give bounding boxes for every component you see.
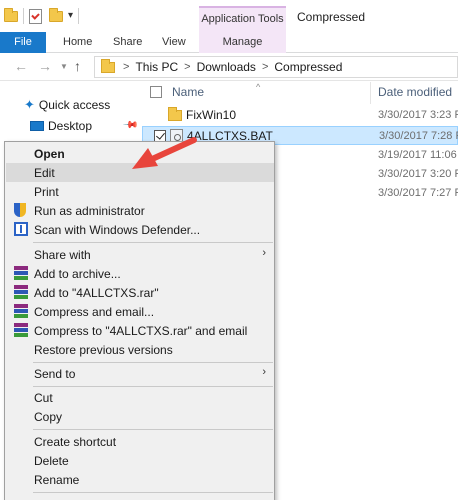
- menu-item-scan-with-windows-defender[interactable]: Scan with Windows Defender...: [6, 220, 274, 239]
- tab-manage[interactable]: Manage: [199, 32, 286, 53]
- uac-shield-icon: [14, 203, 27, 218]
- windows-defender-icon: [14, 222, 28, 236]
- menu-item-copy[interactable]: Copy: [6, 407, 274, 426]
- winrar-icon: [14, 266, 28, 281]
- menu-item-label: Rename: [34, 473, 80, 487]
- column-header-name[interactable]: Name: [172, 85, 204, 99]
- column-divider[interactable]: [370, 82, 371, 104]
- context-menu: Open Edit Print Run as administrator Sca…: [4, 141, 275, 500]
- nav-item-label: Quick access: [38, 98, 111, 112]
- tab-view[interactable]: View: [162, 32, 186, 53]
- forward-arrow-icon[interactable]: →: [38, 58, 52, 74]
- submenu-chevron-right-icon: ›: [262, 247, 266, 259]
- menu-separator: [33, 242, 273, 243]
- menu-item-label: Delete: [34, 454, 69, 468]
- menu-separator: [33, 362, 273, 363]
- menu-item-delete[interactable]: Delete: [6, 451, 274, 470]
- ribbon-tabs: File Home Share View Manage: [0, 32, 458, 53]
- folder-icon: [101, 58, 115, 73]
- menu-item-compress-and-email[interactable]: Compress and email...: [6, 302, 274, 321]
- breadcrumb-compressed[interactable]: Compressed: [274, 60, 342, 74]
- navigation-bar: ← → ▼ ↑ > This PC > Downloads > Compress…: [0, 53, 458, 81]
- menu-item-add-to-archive[interactable]: Add to archive...: [6, 264, 274, 283]
- file-row-fixwin10[interactable]: FixWin10 3/30/2017 3:23 PM: [142, 106, 458, 125]
- menu-item-label: Edit: [34, 166, 55, 180]
- nav-item-quick-access[interactable]: ✦ Quick access: [24, 96, 110, 114]
- menu-item-label: Compress and email...: [34, 305, 155, 319]
- title-bar: ▾ Application Tools Compressed: [0, 0, 458, 32]
- menu-item-label: Add to archive...: [34, 267, 121, 281]
- star-icon: ✦: [24, 97, 35, 112]
- file-date: 3/19/2017 11:06 P: [378, 149, 458, 161]
- recent-locations-chevron-icon[interactable]: ▼: [60, 62, 68, 71]
- winrar-icon: [14, 304, 28, 319]
- menu-separator: [33, 386, 273, 387]
- menu-item-label: Send to: [34, 367, 76, 381]
- menu-item-label: Share with: [34, 248, 91, 262]
- breadcrumb-this-pc[interactable]: This PC: [135, 60, 178, 74]
- menu-item-compress-to-rar-and-email[interactable]: Compress to "4ALLCTXS.rar" and email: [6, 321, 274, 340]
- quick-access-toolbar: ▾: [4, 7, 81, 25]
- menu-item-create-shortcut[interactable]: Create shortcut: [6, 432, 274, 451]
- menu-item-label: Scan with Windows Defender...: [34, 223, 201, 237]
- file-date: 3/30/2017 7:28 PM: [379, 130, 458, 142]
- breadcrumb-separator[interactable]: >: [184, 61, 190, 73]
- tab-share[interactable]: Share: [113, 32, 142, 53]
- submenu-chevron-right-icon: ›: [262, 366, 266, 378]
- contextual-tab-group-label: Application Tools: [199, 6, 286, 32]
- window-title: Compressed: [297, 10, 366, 24]
- menu-item-label: Add to "4ALLCTXS.rar": [34, 286, 159, 300]
- menu-item-cut[interactable]: Cut: [6, 388, 274, 407]
- menu-item-label: Restore previous versions: [34, 343, 173, 357]
- menu-separator: [33, 429, 273, 430]
- tab-file[interactable]: File: [0, 32, 46, 53]
- menu-item-rename[interactable]: Rename: [6, 470, 274, 489]
- customize-toolbar-dropdown-icon[interactable]: ▾: [68, 11, 73, 21]
- breadcrumb-separator[interactable]: >: [262, 61, 268, 73]
- menu-separator: [33, 492, 273, 493]
- breadcrumb-separator[interactable]: >: [123, 61, 129, 73]
- file-date: 3/30/2017 3:20 PM: [378, 168, 458, 180]
- address-bar[interactable]: > This PC > Downloads > Compressed: [94, 56, 458, 78]
- properties-icon[interactable]: [29, 8, 42, 24]
- breadcrumb-downloads[interactable]: Downloads: [197, 60, 256, 74]
- menu-item-label: Cut: [34, 391, 53, 405]
- menu-item-label: Print: [34, 185, 59, 199]
- menu-item-label: Compress to "4ALLCTXS.rar" and email: [34, 324, 248, 338]
- menu-item-run-as-administrator[interactable]: Run as administrator: [6, 201, 274, 220]
- file-date: 3/30/2017 3:23 PM: [378, 109, 458, 121]
- winrar-icon: [14, 285, 28, 300]
- tab-home[interactable]: Home: [63, 32, 92, 53]
- up-arrow-icon[interactable]: ↑: [74, 58, 81, 74]
- annotation-arrow-icon: [132, 137, 197, 169]
- menu-item-label: Create shortcut: [34, 435, 117, 449]
- nav-item-desktop[interactable]: Desktop: [30, 117, 92, 135]
- back-arrow-icon[interactable]: ←: [14, 58, 28, 74]
- folder-icon: [4, 7, 18, 22]
- menu-item-label: Run as administrator: [34, 204, 145, 218]
- menu-item-share-with[interactable]: Share with ›: [6, 245, 274, 264]
- toolbar-divider: [78, 8, 80, 24]
- winrar-icon: [14, 323, 28, 338]
- file-name: FixWin10: [186, 108, 237, 122]
- menu-item-label: Copy: [34, 410, 63, 424]
- menu-item-label: Open: [34, 147, 65, 161]
- menu-item-print[interactable]: Print: [6, 182, 274, 201]
- sort-chevron-up-icon: ^: [256, 82, 261, 92]
- menu-item-add-to-rar[interactable]: Add to "4ALLCTXS.rar": [6, 283, 274, 302]
- select-all-checkbox[interactable]: [150, 86, 162, 98]
- file-date: 3/30/2017 7:27 PM: [378, 187, 458, 199]
- folder-icon: [168, 107, 182, 121]
- toolbar-divider: [23, 8, 24, 24]
- new-folder-icon[interactable]: [49, 7, 63, 22]
- nav-item-label: Desktop: [48, 119, 93, 133]
- menu-item-restore-previous-versions[interactable]: Restore previous versions: [6, 340, 274, 359]
- column-header-date-modified[interactable]: Date modified: [378, 85, 452, 99]
- desktop-icon: [30, 121, 44, 131]
- menu-item-send-to[interactable]: Send to ›: [6, 364, 274, 383]
